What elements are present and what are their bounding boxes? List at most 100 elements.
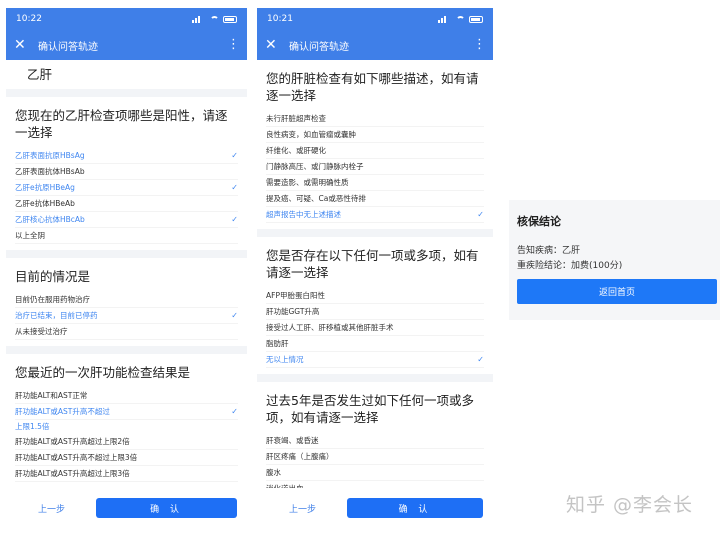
- wifi-icon: [456, 15, 465, 23]
- option-label: 肝功能ALT或AST升高超过上限3倍: [15, 469, 130, 478]
- answer-option[interactable]: 未行肝脏超声检查✓: [266, 111, 484, 127]
- page-title: 确认问答轨迹: [38, 41, 98, 53]
- check-icon: ✓: [231, 311, 238, 320]
- answer-option[interactable]: AFP甲胎蛋白阳性✓: [266, 288, 484, 304]
- option-label: 肝功能ALT或AST升高超过上限2倍: [15, 437, 130, 446]
- option-label: 乙肝e抗体HBeAb: [15, 199, 75, 208]
- answer-option[interactable]: 肝功能ALT或AST升高不超过上限3倍✓: [15, 450, 238, 466]
- status-time: 10:21: [267, 14, 293, 24]
- confirm-button[interactable]: 确 认: [96, 498, 237, 518]
- product-name: 乙肝: [27, 67, 53, 82]
- option-label: 良性病变，如血管瘤或囊肿: [266, 130, 356, 139]
- phone-screen-left: 10:22 ✕ 确认问答轨迹 ⋮ 乙肝 您现在的乙肝检查项哪些是阳性，请逐一选择…: [6, 8, 247, 528]
- wifi-icon: [210, 15, 219, 23]
- confirm-button[interactable]: 确 认: [347, 498, 483, 518]
- answer-option[interactable]: 提及癌、可疑、Ca或恶性待排✓: [266, 191, 484, 207]
- answer-option[interactable]: 无以上情况 ✓: [266, 352, 484, 368]
- prev-step-button[interactable]: 上一步: [16, 502, 96, 515]
- answer-option[interactable]: 目前仍在服用药物治疗✓: [15, 292, 238, 308]
- back-home-button[interactable]: 返回首页: [517, 279, 717, 304]
- question-card: 您是否存在以下任何一项或多项，如有请逐一选择AFP甲胎蛋白阳性✓肝功能GGT升高…: [257, 237, 493, 374]
- answer-option[interactable]: 乙肝表面抗体HBsAb✓: [15, 164, 238, 180]
- answer-option[interactable]: 肝区疼痛（上腹痛）✓: [266, 449, 484, 465]
- answer-option[interactable]: 以上全阴✓: [15, 228, 238, 244]
- answer-option[interactable]: 腹水✓: [266, 465, 484, 481]
- option-label: 治疗已结束，目前已停药: [15, 311, 98, 320]
- check-icon: ✓: [477, 210, 484, 219]
- check-icon: ✓: [231, 407, 238, 416]
- option-label: 肝功能ALT和AST正常: [15, 391, 88, 400]
- answer-option[interactable]: 乙肝e抗体HBeAb✓: [15, 196, 238, 212]
- question-list: 您的肝脏检查有如下哪些描述，如有请逐一选择未行肝脏超声检查✓良性病变，如血管瘤或…: [257, 60, 493, 488]
- option-sublabel: 上限1.5倍: [15, 422, 50, 431]
- battery-icon: [223, 15, 237, 23]
- answer-option[interactable]: 良性病变，如血管瘤或囊肿✓: [266, 127, 484, 143]
- answer-option[interactable]: 纤维化、或肝硬化✓: [266, 143, 484, 159]
- option-label: 以上全阴: [15, 231, 45, 240]
- option-label: 接受过人工肝、肝移植或其他肝脏手术: [266, 323, 394, 332]
- conclusion-line: 重疾险结论：加费(100分): [517, 261, 623, 271]
- answer-option[interactable]: 门静脉高压、或门静脉内栓子✓: [266, 159, 484, 175]
- answer-option[interactable]: 肝功能ALT或AST升高超过上限2倍✓: [15, 434, 238, 450]
- option-label: 乙肝e抗原HBeAg: [15, 183, 75, 192]
- product-card: 乙肝: [6, 60, 247, 89]
- answer-option[interactable]: 需要造影、或需明确性质✓: [266, 175, 484, 191]
- option-label: 肝功能GGT升高: [266, 307, 320, 316]
- option-label: 肝功能ALT或AST升高不超过: [15, 407, 110, 416]
- answer-option[interactable]: 治疗已结束，目前已停药 ✓: [15, 308, 238, 324]
- app-bar: ✕ 确认问答轨迹 ⋮: [6, 30, 247, 60]
- question-title: 您现在的乙肝检查项哪些是阳性，请逐一选择: [15, 108, 228, 140]
- answer-option[interactable]: 超声报告中无上述描述 ✓: [266, 207, 484, 223]
- option-label: 超声报告中无上述描述: [266, 210, 341, 219]
- question-title: 目前的情况是: [15, 269, 91, 284]
- disease-line: 告知疾病：乙肝: [517, 246, 581, 256]
- option-label: 需要造影、或需明确性质: [266, 178, 349, 187]
- answer-option[interactable]: 乙肝e抗原HBeAg ✓: [15, 180, 238, 196]
- signal-icon: [192, 15, 206, 23]
- question-title: 您是否存在以下任何一项或多项，如有请逐一选择: [266, 248, 479, 280]
- signal-icon: [438, 15, 452, 23]
- close-icon[interactable]: ✕: [265, 37, 285, 53]
- question-card: 目前的情况是目前仍在服用药物治疗✓ 治疗已结束，目前已停药 ✓ 从未接受过治疗✓: [6, 258, 247, 346]
- status-bar: 10:22: [6, 8, 247, 30]
- screenshot-canvas: 10:22 ✕ 确认问答轨迹 ⋮ 乙肝 您现在的乙肝检查项哪些是阳性，请逐一选择…: [0, 0, 720, 533]
- option-label: 肝衰竭、或昏迷: [266, 436, 319, 445]
- answer-option[interactable]: 从未接受过治疗✓: [15, 324, 238, 340]
- answer-option[interactable]: 乙肝核心抗体HBcAb ✓: [15, 212, 238, 228]
- option-label: 未行肝脏超声检查: [266, 114, 326, 123]
- question-title: 您最近的一次肝功能检查结果是: [15, 365, 191, 380]
- more-vert-icon[interactable]: ⋮: [227, 38, 240, 51]
- answer-option[interactable]: 脂肪肝✓: [266, 336, 484, 352]
- answer-option[interactable]: 接受过人工肝、肝移植或其他肝脏手术✓: [266, 320, 484, 336]
- check-icon: ✓: [231, 183, 238, 192]
- answer-option[interactable]: 肝功能ALT或AST升高不超过 ✓: [15, 404, 238, 420]
- option-label: 消化道出血: [266, 481, 304, 488]
- battery-icon: [469, 15, 483, 23]
- bottom-bar: 上一步 确 认: [257, 488, 493, 528]
- check-icon: ✓: [231, 215, 238, 224]
- option-label: 纤维化、或肝硬化: [266, 146, 326, 155]
- question-card: 您最近的一次肝功能检查结果是肝功能ALT和AST正常✓肝功能ALT或AST升高不…: [6, 354, 247, 488]
- answer-option[interactable]: 肝功能ALT或AST升高超过上限3倍✓: [15, 466, 238, 482]
- prev-step-button[interactable]: 上一步: [267, 502, 347, 515]
- close-icon[interactable]: ✕: [14, 37, 34, 53]
- option-label: 提及癌、可疑、Ca或恶性待排: [266, 194, 366, 203]
- page-title: 确认问答轨迹: [289, 41, 349, 53]
- question-card: 您的肝脏检查有如下哪些描述，如有请逐一选择未行肝脏超声检查✓良性病变，如血管瘤或…: [257, 60, 493, 229]
- answer-option[interactable]: 肝功能ALT和AST正常✓: [15, 388, 238, 404]
- more-vert-icon[interactable]: ⋮: [473, 38, 486, 51]
- answer-option[interactable]: 肝功能GGT升高✓: [266, 304, 484, 320]
- option-label: 肝区疼痛（上腹痛）: [266, 452, 334, 461]
- underwriting-result-panel: 核保结论 告知疾病：乙肝 重疾险结论：加费(100分) 返回首页: [509, 200, 720, 320]
- app-bar: ✕ 确认问答轨迹 ⋮: [257, 30, 493, 60]
- option-label: 腹水: [266, 468, 281, 477]
- answer-option[interactable]: 消化道出血✓: [266, 481, 484, 488]
- question-list: 乙肝 您现在的乙肝检查项哪些是阳性，请逐一选择 乙肝表面抗原HBsAg ✓ 乙肝表面抗…: [6, 60, 247, 488]
- answer-option[interactable]: 肝衰竭、或昏迷✓: [266, 433, 484, 449]
- option-label: 肝功能ALT或AST升高不超过上限3倍: [15, 453, 138, 462]
- watermark: 知乎 @李会长: [566, 494, 694, 516]
- check-icon: ✓: [231, 151, 238, 160]
- answer-option[interactable]: 乙肝表面抗原HBsAg ✓: [15, 148, 238, 164]
- option-label: 乙肝表面抗原HBsAg: [15, 151, 85, 160]
- result-title: 核保结论: [517, 215, 561, 228]
